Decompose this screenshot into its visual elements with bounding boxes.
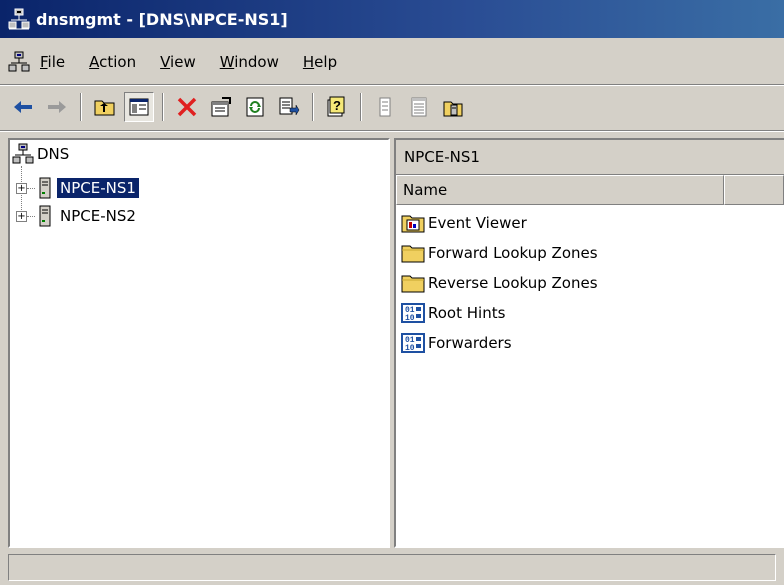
export-list-icon xyxy=(279,97,300,116)
window-title: dnsmgmt - [DNS\NPCE-NS1] xyxy=(36,9,288,29)
tree-label-npce-ns2: NPCE-NS2 xyxy=(60,207,136,225)
column-header-name-label: Name xyxy=(403,181,448,199)
help-icon: ? xyxy=(327,96,345,117)
tree-label-dns: DNS xyxy=(37,145,70,163)
status-panel xyxy=(8,554,776,581)
refresh-icon xyxy=(246,97,264,117)
delete-button[interactable] xyxy=(172,92,202,122)
menu-view[interactable]: View xyxy=(160,53,196,71)
toolbar: ? xyxy=(0,86,784,128)
toolbar-separator xyxy=(80,93,82,121)
column-header-name[interactable]: Name xyxy=(396,175,725,205)
system-menu-icon[interactable] xyxy=(8,51,30,73)
list-item-reverse-lookup-zones[interactable]: Reverse Lookup Zones xyxy=(400,269,598,297)
menu-view-accel: V xyxy=(160,53,171,71)
menu-file-label: ile xyxy=(47,53,66,71)
list-item-label: Reverse Lookup Zones xyxy=(428,274,598,292)
list-item-forward-lookup-zones[interactable]: Forward Lookup Zones xyxy=(400,239,598,267)
details-pane: NPCE-NS1 Name Event Viewer Forward Looku… xyxy=(394,138,784,548)
forward-button[interactable] xyxy=(42,92,72,122)
dns-server-icon xyxy=(39,177,51,199)
list-item-label: Forwarders xyxy=(428,334,512,352)
list-view-icon xyxy=(379,97,391,117)
menu-help-label: elp xyxy=(314,53,338,71)
list-item-forwarders[interactable]: 01 10 Forwarders xyxy=(400,329,512,357)
folder-icon xyxy=(401,275,425,293)
properties-icon xyxy=(211,97,231,117)
list-item-label: Forward Lookup Zones xyxy=(428,244,598,262)
menu-action[interactable]: Action xyxy=(89,53,136,71)
event-viewer-icon xyxy=(401,215,425,233)
toolbar-divider xyxy=(0,130,784,132)
show-hide-console-tree-icon xyxy=(129,98,149,116)
properties-button[interactable] xyxy=(206,92,236,122)
menu-help[interactable]: Help xyxy=(303,53,337,71)
toolbar-separator xyxy=(162,93,164,121)
dns-root-icon xyxy=(12,143,34,164)
forward-arrow-icon xyxy=(48,101,66,113)
details-list[interactable]: Event Viewer Forward Lookup Zones Revers… xyxy=(396,205,784,535)
svg-text:10: 10 xyxy=(405,314,415,323)
menu-bar: File Action View Window Help xyxy=(0,42,784,82)
menu-window-accel: W xyxy=(219,53,235,71)
svg-text:10: 10 xyxy=(405,344,415,353)
menu-file-accel: F xyxy=(40,53,48,71)
expand-npce-ns1-icon[interactable]: + xyxy=(16,182,27,194)
toolbar-separator xyxy=(312,93,314,121)
tree-node-npce-ns2[interactable]: + NPCE-NS2 xyxy=(16,204,139,228)
menu-help-accel: H xyxy=(302,53,315,71)
help-button[interactable]: ? xyxy=(322,92,352,122)
export-list-button[interactable] xyxy=(274,92,304,122)
tree-label-npce-ns1: NPCE-NS1 xyxy=(56,177,140,199)
list-column-header: Name xyxy=(396,175,784,205)
list-item-label: Event Viewer xyxy=(428,214,527,232)
records-icon: 01 10 xyxy=(401,303,425,323)
expand-npce-ns2-icon[interactable]: + xyxy=(16,210,27,222)
delete-icon xyxy=(177,97,197,117)
title-bar: dnsmgmt - [DNS\NPCE-NS1] xyxy=(0,0,784,38)
refresh-button[interactable] xyxy=(240,92,270,122)
svg-text:?: ? xyxy=(333,98,341,113)
tree-connector xyxy=(27,187,35,189)
list-item-root-hints[interactable]: 01 10 Root Hints xyxy=(400,299,505,327)
menu-action-label: ction xyxy=(99,53,137,71)
list-view-button[interactable] xyxy=(370,92,400,122)
menu-file[interactable]: File xyxy=(40,53,65,71)
up-one-level-button[interactable] xyxy=(90,92,120,122)
menu-view-label: iew xyxy=(170,53,196,71)
dns-console-icon xyxy=(8,8,30,30)
detail-view-button[interactable] xyxy=(404,92,434,122)
tree-node-npce-ns1[interactable]: + NPCE-NS1 xyxy=(16,176,140,200)
menu-action-accel: A xyxy=(89,53,100,71)
server-folder-icon xyxy=(443,101,463,117)
details-pane-title: NPCE-NS1 xyxy=(396,140,784,175)
back-button[interactable] xyxy=(8,92,38,122)
dns-server-icon xyxy=(39,205,51,227)
tree-connector xyxy=(27,215,35,217)
list-item-label: Root Hints xyxy=(428,304,506,322)
menu-window-label: indow xyxy=(234,53,279,71)
toolbar-separator xyxy=(360,93,362,121)
tree-node-dns[interactable]: DNS xyxy=(12,142,72,166)
show-hide-console-tree-button[interactable] xyxy=(124,92,154,122)
folder-icon xyxy=(401,245,425,263)
column-header-empty[interactable] xyxy=(724,175,784,205)
server-folder-button[interactable] xyxy=(438,92,468,122)
records-icon: 01 10 xyxy=(401,333,425,353)
list-item-event-viewer[interactable]: Event Viewer xyxy=(400,209,527,237)
detail-view-icon xyxy=(411,97,427,117)
back-arrow-icon xyxy=(14,101,32,113)
console-tree[interactable]: DNS + NPCE-NS1 + NPCE-NS2 xyxy=(8,138,390,548)
menu-window[interactable]: Window xyxy=(220,53,279,71)
up-one-level-icon xyxy=(94,100,115,116)
status-bar xyxy=(0,550,784,585)
